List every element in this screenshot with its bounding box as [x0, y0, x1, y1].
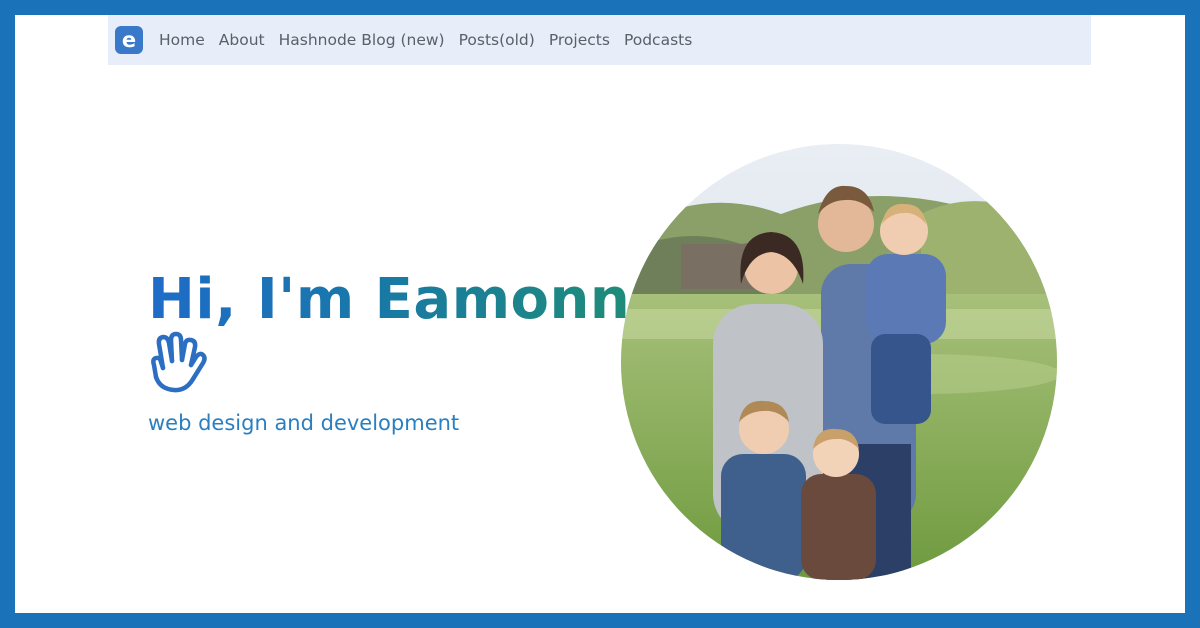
nav-item-podcasts[interactable]: Podcasts	[624, 31, 692, 49]
hero-title: Hi, I'm Eamonn	[148, 267, 631, 332]
family-photo	[621, 144, 1057, 580]
nav-item-about[interactable]: About	[219, 31, 265, 49]
site-logo-icon[interactable]: e	[115, 26, 143, 54]
nav-item-hashnode-blog[interactable]: Hashnode Blog (new)	[279, 31, 445, 49]
logo-letter: e	[122, 28, 136, 52]
hero-tagline: web design and development	[148, 411, 460, 435]
nav-item-posts-old[interactable]: Posts(old)	[459, 31, 535, 49]
page-frame: e Home About Hashnode Blog (new) Posts(o…	[15, 15, 1185, 613]
nav-item-projects[interactable]: Projects	[549, 31, 610, 49]
waving-hand-icon	[151, 331, 207, 393]
nav-item-home[interactable]: Home	[159, 31, 205, 49]
top-navbar: e Home About Hashnode Blog (new) Posts(o…	[108, 15, 1091, 65]
